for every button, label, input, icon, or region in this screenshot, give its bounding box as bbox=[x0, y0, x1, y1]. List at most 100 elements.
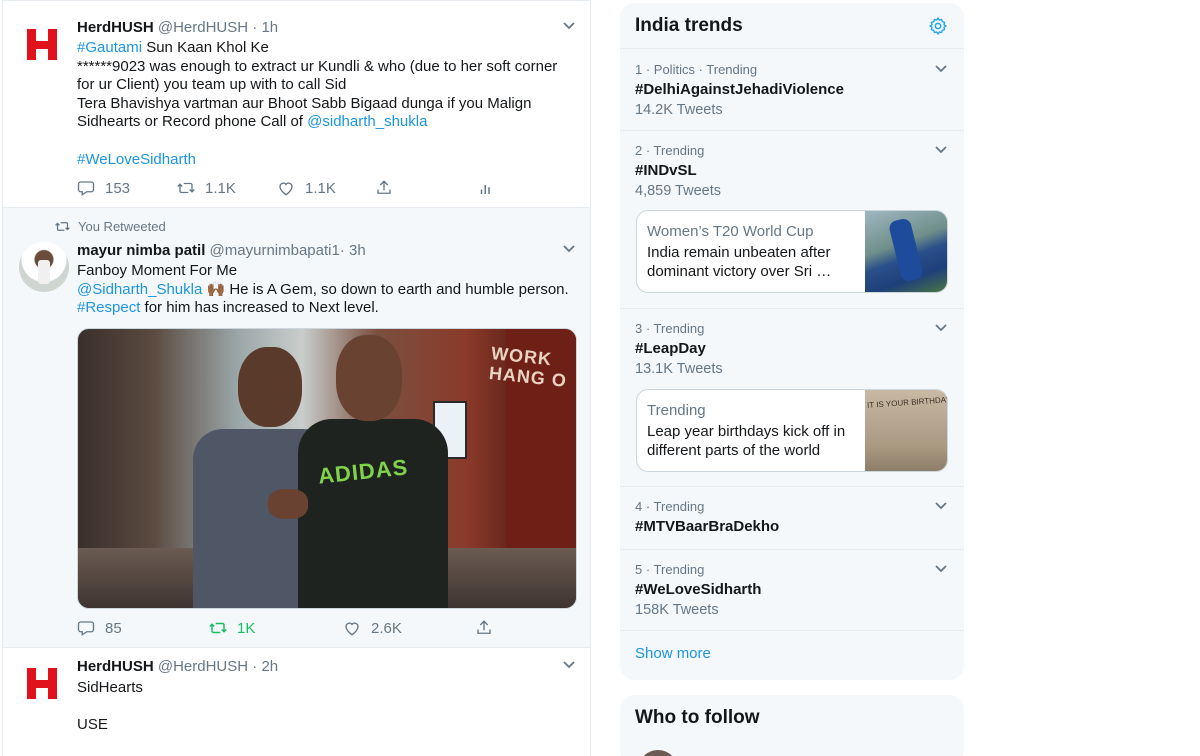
gear-icon[interactable] bbox=[928, 16, 948, 36]
trend-meta: 2 · Trending bbox=[635, 143, 705, 158]
hashtag-link[interactable]: #Gautami bbox=[77, 39, 142, 56]
hashtag-link[interactable]: #WeLoveSidharth bbox=[77, 151, 196, 168]
like-count: 1.1K bbox=[305, 179, 336, 197]
tweet[interactable]: HerdHUSH @HerdHUSH · 1h #Gautami Sun Kaa… bbox=[3, 0, 590, 208]
trend-item[interactable]: 4 · Trending #MTVBaarBraDekho bbox=[620, 487, 964, 550]
trend-tag[interactable]: #DelhiAgainstJehadiViolence bbox=[635, 81, 844, 98]
retweet-button[interactable]: 1K bbox=[209, 619, 255, 637]
photo-person-right-head bbox=[336, 335, 402, 421]
chevron-down-icon[interactable] bbox=[562, 20, 576, 34]
retweet-icon bbox=[209, 622, 227, 634]
h-logo-icon[interactable] bbox=[25, 666, 61, 702]
author-name[interactable]: HerdHUSH bbox=[77, 658, 154, 675]
card-title: Women’s T20 World Cup bbox=[647, 223, 814, 240]
trend-meta: 3 · Trending bbox=[635, 321, 705, 336]
trends-header: India trends bbox=[620, 3, 964, 49]
card-thumbnail bbox=[865, 390, 947, 471]
tweet-actions: 153 1.1K 1.1K bbox=[77, 179, 557, 199]
separator-dot: · bbox=[339, 242, 345, 259]
reply-count: 85 bbox=[105, 619, 122, 637]
separator-dot: · bbox=[252, 658, 258, 675]
share-button[interactable] bbox=[375, 179, 393, 197]
analytics-icon bbox=[480, 185, 490, 194]
trend-news-card[interactable]: Trending Leap year birthdays kick off in… bbox=[636, 389, 948, 472]
tweet-header: mayur nimba patil @mayurnimbapati1· 3h bbox=[77, 242, 366, 259]
retweet-button[interactable]: 1.1K bbox=[177, 179, 236, 197]
photo-hand bbox=[268, 489, 308, 519]
tweet-line: ******9023 was enough to extract ur Kund… bbox=[77, 57, 558, 75]
retweet-icon bbox=[55, 222, 70, 231]
share-button[interactable] bbox=[475, 619, 493, 637]
h-logo-icon[interactable] bbox=[25, 27, 61, 63]
card-title: Trending bbox=[647, 402, 706, 419]
chevron-down-icon[interactable] bbox=[934, 144, 948, 158]
avatar[interactable] bbox=[638, 750, 678, 756]
chevron-down-icon[interactable] bbox=[562, 243, 576, 257]
author-name[interactable]: mayur nimba patil bbox=[77, 242, 205, 259]
chevron-down-icon[interactable] bbox=[934, 500, 948, 514]
tweet-line: @Sidharth_Shukla 🙌🏾 He is A Gem, so down… bbox=[77, 281, 577, 300]
mention-link[interactable]: @Sidharth_Shukla bbox=[77, 281, 202, 298]
tweet[interactable]: HerdHUSH @HerdHUSH · 2h SidHearts USE bbox=[3, 648, 590, 756]
trends-panel: India trends 1 · Politics · Trending #De… bbox=[620, 3, 964, 680]
chevron-down-icon[interactable] bbox=[934, 322, 948, 336]
chevron-down-icon[interactable] bbox=[934, 563, 948, 577]
show-more-link[interactable]: Show more bbox=[635, 645, 711, 662]
like-count: 2.6K bbox=[371, 619, 402, 637]
trend-item[interactable]: 2 · Trending #INDvSL 4,859 Tweets Women’… bbox=[620, 131, 964, 309]
share-icon bbox=[377, 180, 391, 194]
reply-count: 153 bbox=[105, 179, 131, 197]
trend-news-card[interactable]: Women’s T20 World Cup India remain unbea… bbox=[636, 210, 948, 293]
tweet-line-text: for him has increased to Next level. bbox=[140, 299, 379, 317]
reply-icon bbox=[77, 621, 95, 637]
like-icon bbox=[279, 182, 293, 196]
mention-link[interactable]: @sidharth_shukla bbox=[307, 113, 427, 130]
reply-icon bbox=[77, 181, 95, 197]
author-handle[interactable]: @HerdHUSH bbox=[158, 19, 248, 36]
trend-item[interactable]: 1 · Politics · Trending #DelhiAgainstJeh… bbox=[620, 50, 964, 131]
card-body: India remain unbeaten after dominant vic… bbox=[647, 244, 832, 280]
hashtag-link[interactable]: #Respect bbox=[77, 299, 140, 316]
retweet-count: 1K bbox=[237, 619, 256, 637]
like-icon bbox=[345, 622, 359, 636]
timestamp[interactable]: 3h bbox=[349, 242, 366, 259]
tweet[interactable]: You Retweeted mayur nimba patil @mayurni… bbox=[3, 208, 590, 648]
chevron-down-icon[interactable] bbox=[562, 659, 576, 673]
like-button[interactable]: 1.1K bbox=[277, 179, 336, 197]
analytics-button[interactable] bbox=[477, 179, 495, 197]
tweet-line-text: Sidhearts or Record phone Call of bbox=[77, 113, 308, 131]
photo-person-left-head bbox=[238, 347, 302, 427]
author-name[interactable]: HerdHUSH bbox=[77, 19, 154, 36]
author-handle[interactable]: @HerdHUSH bbox=[158, 658, 248, 675]
like-button[interactable]: 2.6K bbox=[343, 619, 402, 637]
avatar[interactable] bbox=[19, 242, 69, 292]
trend-tag[interactable]: #WeLoveSidharth bbox=[635, 581, 761, 598]
retweet-note-text: You Retweeted bbox=[78, 219, 166, 234]
tweet-header: HerdHUSH @HerdHUSH · 1h bbox=[77, 19, 278, 36]
trend-item[interactable]: 3 · Trending #LeapDay 13.1K Tweets Trend… bbox=[620, 309, 964, 487]
timestamp[interactable]: 1h bbox=[261, 19, 278, 36]
trend-count: 4,859 Tweets bbox=[635, 183, 721, 199]
timestamp[interactable]: 2h bbox=[261, 658, 278, 675]
trend-tag[interactable]: #MTVBaarBraDekho bbox=[635, 518, 779, 535]
who-to-follow-panel: Who to follow bbox=[620, 695, 964, 756]
tweet-photo[interactable]: WORK HANG O ADIDAS bbox=[77, 328, 577, 609]
author-handle[interactable]: @mayurnimbapati1 bbox=[210, 242, 340, 259]
tweet-line: Fanboy Moment For Me bbox=[77, 262, 238, 279]
trend-meta: 1 · Politics · Trending bbox=[635, 62, 758, 77]
tweet-line-text: Sun Kaan Khol Ke bbox=[142, 39, 269, 56]
card-body: Leap year birthdays kick off in differen… bbox=[647, 423, 846, 459]
tweet-text: #Gautami Sun Kaan Khol Ke ******9023 was… bbox=[77, 39, 577, 169]
trend-meta: 4 · Trending bbox=[635, 499, 705, 514]
reply-button[interactable]: 153 bbox=[77, 179, 130, 197]
tweet-line-text: 🙌🏾 He is A Gem, so down to earth and hum… bbox=[202, 280, 569, 298]
chevron-down-icon[interactable] bbox=[934, 63, 948, 77]
trend-item[interactable]: 5 · Trending #WeLoveSidharth 158K Tweets bbox=[620, 550, 964, 631]
tweet-text: SidHearts USE bbox=[77, 679, 577, 735]
trend-tag[interactable]: #LeapDay bbox=[635, 340, 706, 357]
photo-person-right bbox=[298, 419, 448, 608]
share-icon bbox=[477, 620, 491, 634]
reply-button[interactable]: 85 bbox=[77, 619, 122, 637]
trend-tag[interactable]: #INDvSL bbox=[635, 162, 697, 179]
